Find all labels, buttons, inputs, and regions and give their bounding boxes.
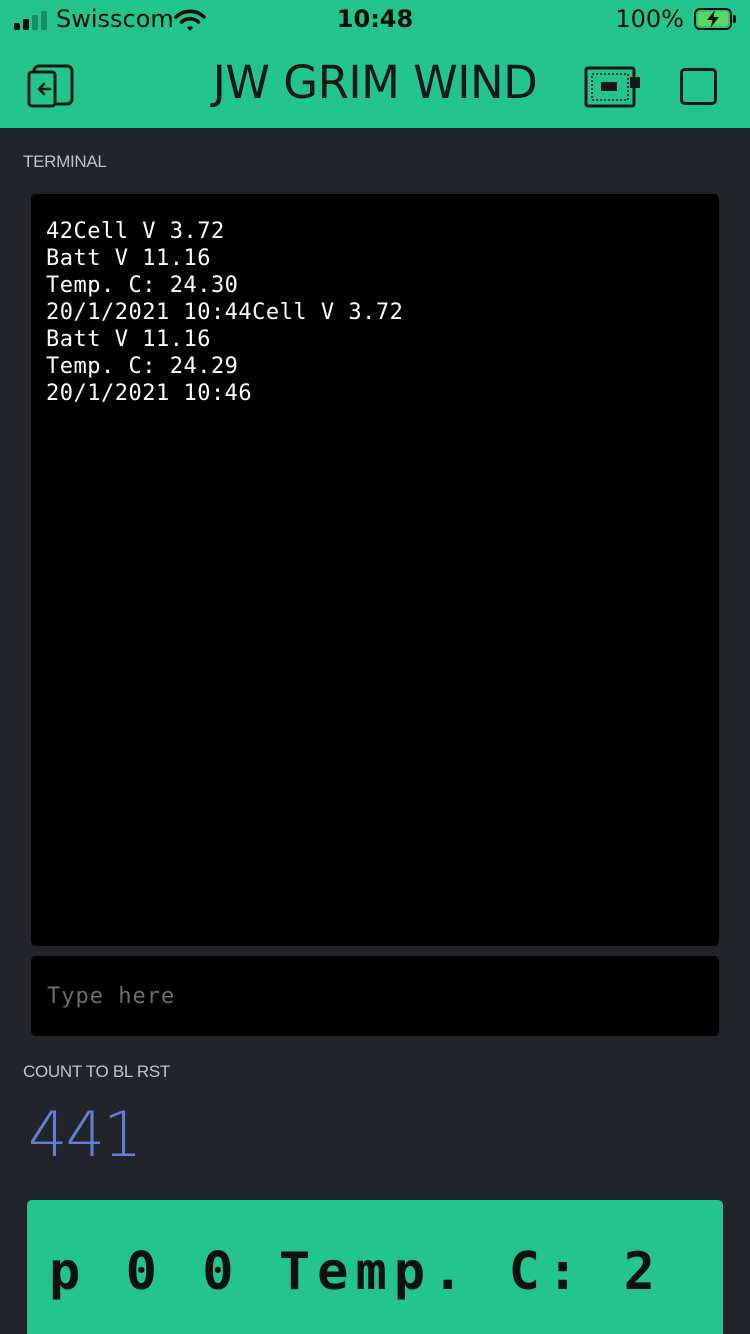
app-header: Swisscom 10:48 100% JW GRIM WIND [0, 0, 750, 128]
counter-value: 441 [28, 1098, 142, 1171]
terminal-output[interactable]: 42Cell V 3.72 Batt V 11.16 Temp. C: 24.3… [31, 194, 719, 946]
terminal-lines: 42Cell V 3.72 Batt V 11.16 Temp. C: 24.3… [46, 218, 403, 407]
stop-square-icon[interactable] [680, 68, 717, 105]
status-bar: Swisscom 10:48 100% [0, 0, 750, 40]
terminal-line: Temp. C: 24.30 [46, 273, 239, 298]
battery-percent: 100% [615, 5, 684, 33]
lcd-line: p 0 0 Temp. C: 2 [49, 1242, 662, 1302]
terminal-input[interactable] [31, 956, 719, 1036]
terminal-line: 20/1/2021 10:44Cell V 3.72 [46, 300, 404, 325]
terminal-line: Batt V 11.16 [46, 327, 211, 352]
lcd-display: p 0 0 Temp. C: 2 [27, 1200, 723, 1334]
terminal-line: 42Cell V 3.72 [46, 219, 225, 244]
counter-label: COUNT TO BL RST [23, 1062, 170, 1081]
device-board-icon[interactable] [584, 66, 644, 108]
terminal-line: 20/1/2021 10:46 [46, 381, 253, 406]
terminal-label: TERMINAL [23, 152, 107, 171]
terminal-line: Temp. C: 24.29 [46, 354, 239, 379]
terminal-line: Batt V 11.16 [46, 246, 211, 271]
battery-charging-icon [694, 8, 736, 30]
